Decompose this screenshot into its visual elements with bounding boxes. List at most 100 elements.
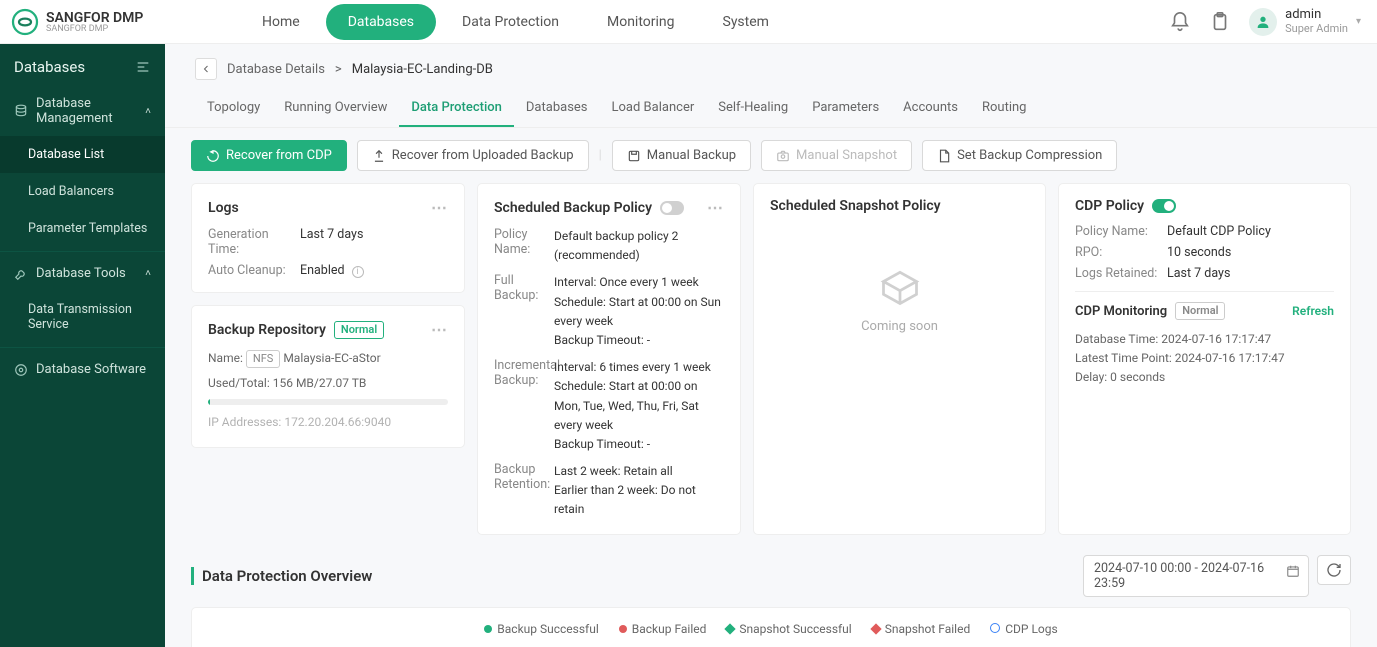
- value-text: Enabled: [300, 263, 345, 278]
- clipboard-icon[interactable]: [1209, 11, 1231, 33]
- tab-load-balancer[interactable]: Load Balancer: [600, 90, 707, 127]
- tab-parameters[interactable]: Parameters: [800, 90, 891, 127]
- value: 2024-07-16 17:17:47: [1161, 332, 1271, 346]
- nfs-tag: NFS: [246, 350, 280, 368]
- topbar: SANGFOR DMP SANGFOR DMP Home Databases D…: [0, 0, 1377, 44]
- usage-progress: [208, 399, 448, 405]
- scheduled-backup-card: Scheduled Backup Policy ⋯ Policy Name: D…: [477, 183, 741, 535]
- crumb-details[interactable]: Database Details: [227, 62, 325, 77]
- wrench-icon: [14, 267, 28, 281]
- label: Used/Total:: [208, 376, 270, 390]
- label: Name:: [208, 351, 243, 365]
- card-menu-icon[interactable]: ⋯: [431, 320, 448, 339]
- topnav: Home Databases Data Protection Monitorin…: [240, 4, 791, 40]
- tab-topology[interactable]: Topology: [195, 90, 272, 127]
- divider: [1075, 291, 1334, 292]
- chevron-up-icon: ˄: [145, 268, 151, 279]
- label: Delay:: [1075, 370, 1107, 384]
- overview-header: Data Protection Overview 2024-07-10 00:0…: [191, 555, 1351, 597]
- crumb-sep: >: [335, 62, 342, 77]
- coming-soon: Coming soon: [770, 224, 1029, 374]
- calendar-icon: [1286, 564, 1300, 578]
- button-label: Recover from Uploaded Backup: [392, 148, 574, 163]
- label: IP Addresses:: [208, 415, 281, 429]
- tab-databases[interactable]: Databases: [514, 90, 600, 127]
- label: Generation Time:: [208, 227, 300, 257]
- sidebar-item-load-balancers[interactable]: Load Balancers: [0, 173, 165, 210]
- recover-from-uploaded-button[interactable]: Recover from Uploaded Backup: [357, 140, 589, 171]
- database-icon: [14, 104, 28, 118]
- set-compression-button[interactable]: Set Backup Compression: [922, 140, 1117, 171]
- coming-soon-text: Coming soon: [861, 319, 938, 334]
- cdp-policy-toggle[interactable]: [1152, 199, 1176, 213]
- crumb-db: Malaysia-EC-Landing-DB: [352, 62, 493, 77]
- card-title: Scheduled Backup Policy: [494, 200, 652, 216]
- label: Backup Retention:: [494, 462, 554, 520]
- date-range-input[interactable]: 2024-07-10 00:00 - 2024-07-16 23:59: [1083, 555, 1309, 597]
- label: Latest Time Point:: [1075, 351, 1172, 365]
- nav-system[interactable]: System: [701, 4, 791, 40]
- chart-legend: Backup Successful Backup Failed Snapshot…: [198, 622, 1344, 636]
- disc-icon: [14, 363, 28, 377]
- bell-icon[interactable]: [1169, 11, 1191, 33]
- nav-databases[interactable]: Databases: [326, 4, 436, 40]
- value: Last 2 week: Retain all Earlier than 2 w…: [554, 462, 724, 520]
- nav-monitoring[interactable]: Monitoring: [585, 4, 697, 40]
- tab-self-healing[interactable]: Self-Healing: [706, 90, 800, 127]
- manual-backup-button[interactable]: Manual Backup: [612, 140, 751, 171]
- tab-running-overview[interactable]: Running Overview: [272, 90, 399, 127]
- sidebar-item-parameter-templates[interactable]: Parameter Templates: [0, 210, 165, 247]
- sidebar-section-label: Database Management: [36, 96, 137, 126]
- value: 156 MB/27.07 TB: [273, 376, 367, 390]
- label: Logs Retained:: [1075, 266, 1167, 281]
- card-menu-icon[interactable]: ⋯: [707, 198, 724, 217]
- manual-snapshot-button[interactable]: Manual Snapshot: [761, 140, 912, 171]
- empty-box-icon: [878, 265, 922, 309]
- sidebar-title: Databases: [14, 58, 85, 76]
- label: RPO:: [1075, 245, 1167, 260]
- value: 0 seconds: [1110, 370, 1165, 384]
- chevron-up-icon: ˄: [145, 106, 151, 117]
- nav-home[interactable]: Home: [240, 4, 322, 40]
- logs-card: Logs ⋯ Generation Time: Last 7 days Auto…: [191, 183, 465, 293]
- card-title: Backup Repository: [208, 322, 326, 338]
- legend-backup-successful: Backup Successful: [484, 622, 598, 636]
- label: Policy Name:: [1075, 224, 1167, 239]
- recover-from-cdp-button[interactable]: Recover from CDP: [191, 140, 347, 171]
- back-button[interactable]: [195, 58, 217, 80]
- card-title: CDP Policy: [1075, 198, 1144, 214]
- upload-icon: [372, 149, 386, 163]
- date-range-value: 2024-07-10 00:00 - 2024-07-16 23:59: [1094, 561, 1264, 591]
- sidebar-section-tools[interactable]: Database Tools ˄: [0, 256, 165, 291]
- sidebar-item-database-software[interactable]: Database Software: [0, 352, 165, 387]
- label: Auto Cleanup:: [208, 263, 300, 278]
- breadcrumb: Database Details > Malaysia-EC-Landing-D…: [165, 44, 1377, 90]
- restore-icon: [206, 149, 220, 163]
- policy-toggle[interactable]: [660, 201, 684, 215]
- info-icon[interactable]: i: [352, 266, 364, 278]
- tab-accounts[interactable]: Accounts: [891, 90, 970, 127]
- user-role: Super Admin: [1285, 23, 1348, 36]
- nav-data-protection[interactable]: Data Protection: [440, 4, 581, 40]
- legend-backup-failed: Backup Failed: [619, 622, 707, 636]
- sidebar-section-label: Database Software: [36, 362, 146, 377]
- card-title: Logs: [208, 200, 239, 216]
- user-icon: [1255, 14, 1271, 30]
- label: Database Time:: [1075, 332, 1158, 346]
- user-menu[interactable]: admin Super Admin ▾: [1249, 8, 1361, 36]
- tab-data-protection[interactable]: Data Protection: [399, 90, 514, 127]
- refresh-button[interactable]: [1317, 555, 1351, 585]
- button-label: Recover from CDP: [226, 148, 332, 163]
- tab-routing[interactable]: Routing: [970, 90, 1038, 127]
- sidebar-section-management[interactable]: Database Management ˄: [0, 86, 165, 136]
- value: Malaysia-EC-aStor: [283, 351, 380, 365]
- sidebar-item-database-list[interactable]: Database List: [0, 136, 165, 173]
- sidebar-collapse-icon[interactable]: [135, 59, 151, 75]
- refresh-link[interactable]: Refresh: [1292, 304, 1334, 318]
- logo: SANGFOR DMP SANGFOR DMP: [10, 7, 210, 37]
- repo-used-row: Used/Total: 156 MB/27.07 TB: [208, 374, 448, 393]
- sidebar-item-data-transmission[interactable]: Data Transmission Service: [0, 291, 165, 343]
- tabs: Topology Running Overview Data Protectio…: [165, 90, 1377, 128]
- card-menu-icon[interactable]: ⋯: [431, 198, 448, 217]
- value: Enabled i: [300, 263, 448, 278]
